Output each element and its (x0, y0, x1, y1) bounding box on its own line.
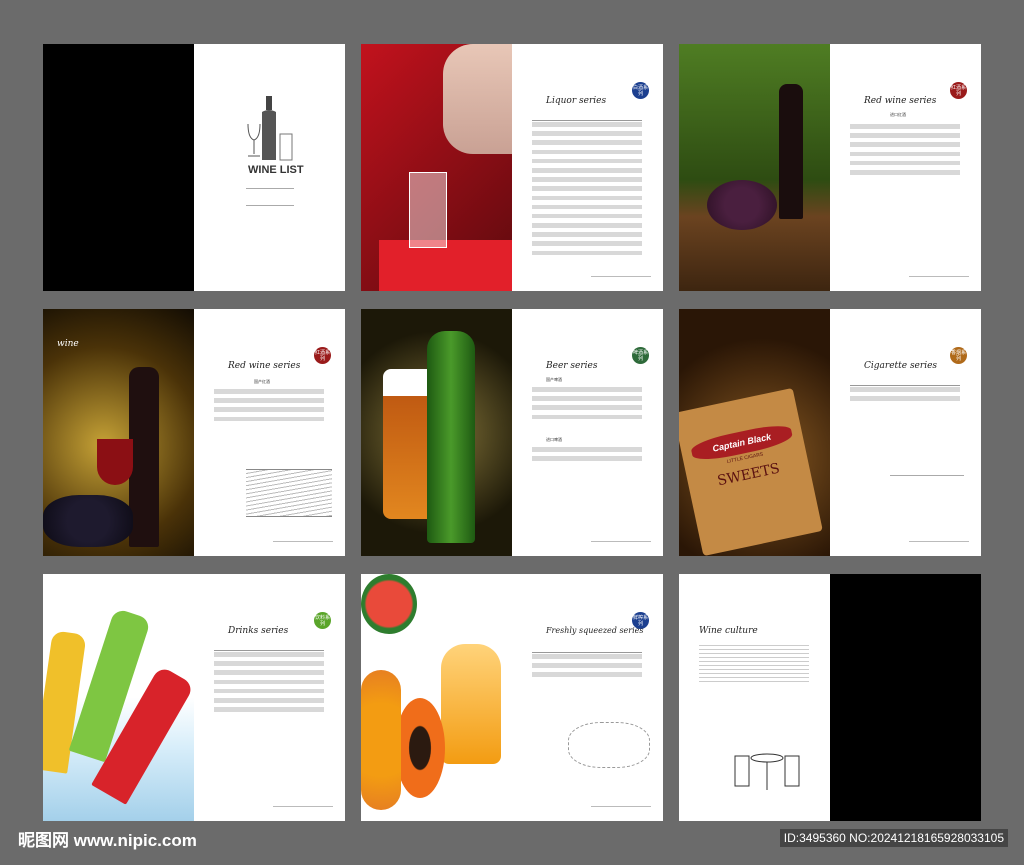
grapes (43, 495, 133, 547)
wine-culture-page: Wine culture (679, 574, 830, 821)
category-badge: 红酒系列 (950, 82, 967, 99)
pipe-sketch (890, 437, 964, 476)
sub-heading-2: 进口啤酒 (546, 437, 562, 442)
spread-beer: 啤酒系列 Beer series 国产啤酒 进口啤酒 (361, 309, 663, 556)
page-footer (909, 541, 969, 544)
page-footer (273, 541, 333, 544)
watermark-right: ID:3495360 NO:20241218165928033105 (779, 829, 1008, 847)
page-title: Red wine series (228, 361, 301, 371)
oranges (361, 670, 401, 810)
beer-menu-page: 啤酒系列 Beer series 国产啤酒 进口啤酒 (512, 309, 663, 556)
vineyard-sketch (246, 469, 332, 517)
category-badge: 香烟系列 (950, 347, 967, 364)
grapes (707, 180, 777, 230)
spread-fresh-juice: 鲜榨系列 Freshly squeezed series (361, 574, 663, 821)
beer-photo (361, 309, 512, 556)
menu-list (532, 387, 642, 420)
wine-still-life: wine (43, 309, 194, 556)
culture-text (699, 642, 809, 682)
wine-bottle (779, 84, 803, 219)
wine-bottle-icon (247, 96, 293, 161)
red-wine-menu-page-2: 红酒系列 Red wine series 国产红酒 (194, 309, 345, 556)
menu-header (532, 646, 642, 653)
page-footer (273, 806, 333, 809)
page-footer (909, 276, 969, 279)
wine-bottle (129, 367, 159, 547)
menu-header (850, 379, 960, 386)
page-footer (591, 276, 651, 279)
cover-right-page: WINE LIST (194, 44, 345, 291)
watermark-left: 昵图网 www.nipic.com (18, 831, 197, 850)
back-cover-black (830, 574, 981, 821)
page-title: Red wine series (864, 96, 937, 106)
page-footer (591, 541, 651, 544)
category-badge: 白酒系列 (632, 82, 649, 99)
juice-menu-page: 鲜榨系列 Freshly squeezed series (512, 574, 663, 821)
juice-photo (361, 574, 512, 821)
page-title: Wine culture (699, 626, 758, 636)
menu-header (214, 644, 324, 651)
menu-list (214, 652, 324, 712)
spread-cigarette: Captain Black LITTLE CIGARS SWEETS 香烟系列 … (679, 309, 981, 556)
spread-red-wine-2: wine 红酒系列 Red wine series 国产红酒 (43, 309, 345, 556)
red-wine-menu-page: 红酒系列 Red wine series 进口红酒 (830, 44, 981, 291)
category-badge: 红酒系列 (314, 347, 331, 364)
menu-header (532, 114, 642, 121)
cigar-pack: Captain Black LITTLE CIGARS SWEETS (679, 387, 823, 556)
cover-black-panel (43, 44, 194, 291)
fruit-sketch (568, 722, 650, 768)
side-title: wine (57, 339, 79, 349)
shot-glass (409, 172, 447, 248)
page-title: Cigarette series (864, 361, 938, 371)
category-badge: 饮料系列 (314, 612, 331, 629)
orange-juice-glass (441, 644, 501, 764)
drinks-menu-page: 饮料系列 Drinks series (194, 574, 345, 821)
vineyard-photo (679, 44, 830, 291)
page-title: Drinks series (228, 626, 289, 636)
wine-glass (97, 439, 133, 485)
spread-cover: WINE LIST (43, 44, 345, 291)
cigar-photo: Captain Black LITTLE CIGARS SWEETS (679, 309, 830, 556)
cafe-table-icon (734, 753, 800, 790)
spread-drinks: 饮料系列 Drinks series (43, 574, 345, 821)
menu-list-2 (532, 447, 642, 465)
soda-photo (43, 574, 194, 821)
sub-heading: 进口红酒 (890, 112, 906, 117)
menu-list (850, 124, 960, 179)
papaya (395, 698, 445, 798)
cigarette-menu-page: 香烟系列 Cigarette series (830, 309, 981, 556)
cover-info (246, 188, 294, 206)
page-title: Liquor series (546, 96, 607, 106)
page-title: Freshly squeezed series (546, 626, 644, 635)
menu-list (532, 654, 642, 682)
spread-wine-culture: Wine culture (679, 574, 981, 821)
page-title: Beer series (546, 361, 598, 371)
spread-liquor: 白酒系列 Liquor series (361, 44, 663, 291)
sub-heading: 国产啤酒 (546, 377, 562, 382)
menu-list (532, 122, 642, 260)
cover-title: WINE LIST (248, 164, 304, 176)
category-badge: 啤酒系列 (632, 347, 649, 364)
spread-red-wine-1: 红酒系列 Red wine series 进口红酒 (679, 44, 981, 291)
watermelon (361, 574, 417, 634)
page-footer (591, 806, 651, 809)
menu-list (214, 389, 324, 426)
menu-list (850, 387, 960, 405)
liquor-menu-page: 白酒系列 Liquor series (512, 44, 663, 291)
sub-heading: 国产红酒 (254, 379, 270, 384)
beer-bottle (427, 331, 475, 543)
liquor-photo (361, 44, 512, 291)
pouring-hand (443, 44, 512, 154)
